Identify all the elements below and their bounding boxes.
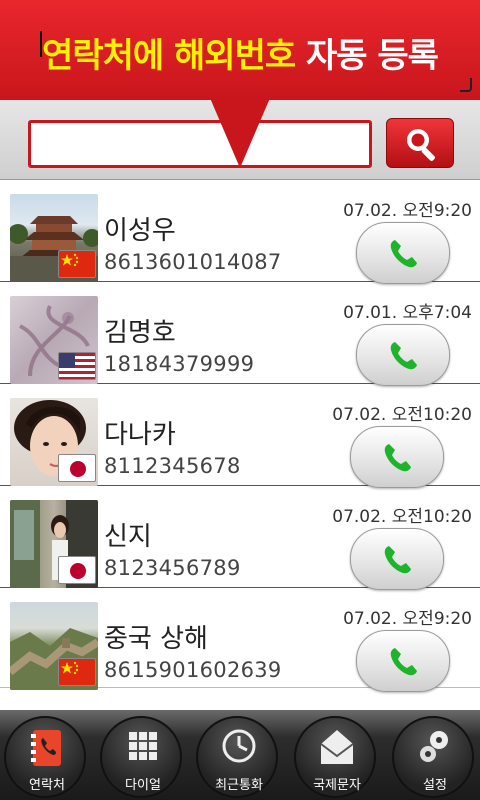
woman-photo bbox=[10, 398, 98, 486]
pattern-photo bbox=[10, 296, 98, 384]
contact-date: 07.02. 오전10:20 bbox=[332, 405, 472, 425]
contact-phone: 8613601014087 bbox=[104, 250, 282, 274]
tab-settings[interactable]: 설정 bbox=[392, 716, 474, 798]
contact-row[interactable]: 신지 8123456789 07.02. 오전10:20 bbox=[0, 486, 480, 590]
contact-phone: 8615901602639 bbox=[104, 658, 282, 682]
dialpad-icon bbox=[129, 732, 157, 760]
street-photo bbox=[10, 500, 98, 588]
tab-label: 국제문자 bbox=[313, 778, 361, 793]
tab-label: 최근통화 bbox=[215, 778, 263, 793]
call-button[interactable] bbox=[350, 528, 444, 590]
contact-phone: 18184379999 bbox=[104, 352, 255, 376]
contact-row[interactable]: 다나카 8112345678 07.02. 오전10:20 bbox=[0, 384, 480, 488]
call-button[interactable] bbox=[356, 630, 450, 692]
phone-icon bbox=[390, 342, 417, 370]
japan-flag bbox=[58, 454, 96, 482]
banner-title: 연락처에 해외번호 자동 등록 bbox=[0, 28, 480, 77]
clock-icon bbox=[222, 729, 256, 763]
banner-corner-icon bbox=[460, 78, 472, 92]
call-button[interactable] bbox=[356, 222, 450, 284]
tab-contacts[interactable]: 연락처 bbox=[4, 716, 86, 798]
contact-phone: 8123456789 bbox=[104, 556, 241, 580]
tab-label: 다이얼 bbox=[125, 778, 161, 793]
tab-label: 설정 bbox=[423, 778, 447, 793]
contact-row[interactable]: 이성우 8613601014087 07.02. 오전9:20 bbox=[0, 180, 480, 284]
phone-icon bbox=[390, 648, 417, 676]
search-icon bbox=[407, 129, 435, 161]
banner-pointer bbox=[210, 98, 270, 168]
contact-name: 다나카 bbox=[104, 420, 176, 450]
phone-icon bbox=[390, 240, 417, 268]
contact-name: 이성우 bbox=[104, 216, 176, 246]
contact-name: 신지 bbox=[104, 522, 152, 552]
top-banner: 연락처에 해외번호 자동 등록 bbox=[0, 0, 480, 100]
contact-date: 07.02. 오전9:20 bbox=[343, 201, 472, 221]
contact-row[interactable]: 중국 상해 8615901602639 07.02. 오전9:20 bbox=[0, 588, 480, 692]
china-flag bbox=[58, 250, 96, 278]
usa-flag bbox=[58, 352, 96, 380]
contact-phone: 8112345678 bbox=[104, 454, 241, 478]
banner-title-white: 자동 등록 bbox=[305, 36, 439, 76]
tab-recent-calls[interactable]: 최근통화 bbox=[196, 716, 278, 798]
phone-icon bbox=[384, 444, 411, 472]
search-input[interactable] bbox=[28, 120, 372, 168]
pagoda-photo bbox=[10, 194, 98, 282]
china-flag bbox=[58, 658, 96, 686]
tab-intl-sms[interactable]: 국제문자 bbox=[294, 716, 376, 798]
banner-title-yellow: 연락처에 해외번호 bbox=[42, 36, 306, 76]
text-cursor bbox=[40, 31, 42, 57]
phone-icon bbox=[384, 546, 411, 574]
greatwall-photo bbox=[10, 602, 98, 690]
envelope-icon bbox=[320, 730, 354, 764]
bottom-tab-bar: 연락처 다이얼 최근통화 국제문자 설정 bbox=[0, 710, 480, 800]
contact-name: 중국 상해 bbox=[104, 624, 208, 654]
contact-row[interactable]: 김명호 18184379999 07.01. 오후7:04 bbox=[0, 282, 480, 386]
call-button[interactable] bbox=[356, 324, 450, 386]
gear-icon bbox=[420, 731, 448, 762]
search-button[interactable] bbox=[386, 118, 454, 168]
contact-date: 07.01. 오후7:04 bbox=[343, 303, 472, 323]
tab-dialpad[interactable]: 다이얼 bbox=[100, 716, 182, 798]
contact-date: 07.02. 오전9:20 bbox=[343, 609, 472, 629]
contact-list: 이성우 8613601014087 07.02. 오전9:20 김명호 1818… bbox=[0, 180, 480, 710]
japan-flag bbox=[58, 556, 96, 584]
tab-label: 연락처 bbox=[29, 778, 65, 793]
call-button[interactable] bbox=[350, 426, 444, 488]
contact-date: 07.02. 오전10:20 bbox=[332, 507, 472, 527]
contact-name: 김명호 bbox=[104, 318, 176, 348]
contacts-icon bbox=[31, 730, 61, 766]
